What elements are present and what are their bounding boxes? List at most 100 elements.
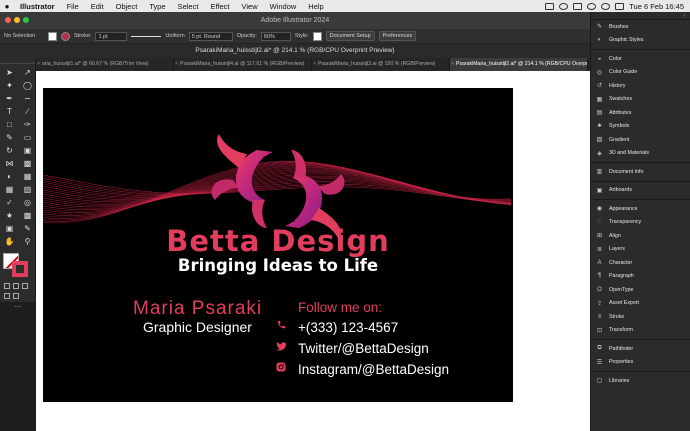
creative-cloud-icon[interactable] bbox=[559, 2, 569, 10]
pencil-icon[interactable]: ✎ bbox=[3, 132, 16, 142]
close-tab-icon[interactable]: × bbox=[175, 58, 178, 71]
panel-item-layers[interactable]: ≣ Layers bbox=[591, 243, 690, 257]
panel-item-opentype[interactable]: O OpenType bbox=[591, 283, 690, 297]
eraser-icon[interactable]: ▭ bbox=[21, 132, 34, 142]
panel-item-pathfinder[interactable]: ⧉ Pathfinder bbox=[591, 342, 690, 356]
menu-edit[interactable]: Edit bbox=[85, 2, 110, 11]
line-tool-icon[interactable]: ∕ bbox=[21, 106, 34, 116]
type-tool-icon[interactable]: T bbox=[3, 106, 16, 116]
blend-tool-icon[interactable]: ◎ bbox=[21, 197, 34, 207]
panel-item-asset-export[interactable]: ⇪ Asset Export bbox=[591, 297, 690, 311]
close-tab-icon[interactable]: × bbox=[313, 58, 316, 71]
close-window-button[interactable] bbox=[5, 17, 11, 23]
lasso-icon[interactable]: ◯ bbox=[21, 80, 34, 90]
panel-item-swatches[interactable]: ▦ Swatches bbox=[591, 93, 690, 107]
minimize-window-button[interactable] bbox=[14, 17, 20, 23]
variable-width-profile[interactable]: Uniform bbox=[165, 33, 184, 39]
menu-help[interactable]: Help bbox=[302, 2, 329, 11]
panel-item-libraries[interactable]: ▢ Libraries bbox=[591, 374, 690, 388]
mesh-tool-icon[interactable]: ▦ bbox=[3, 184, 16, 194]
selection-tool-icon[interactable]: ➤ bbox=[3, 67, 16, 77]
graph-tool-icon[interactable]: ▩ bbox=[21, 210, 34, 220]
panel-item-symbols[interactable]: ♣ Symbols bbox=[591, 120, 690, 134]
contact-instagram[interactable]: Instagram/@BettaDesign bbox=[276, 362, 449, 377]
panel-item-appearance[interactable]: ◉ Appearance bbox=[591, 202, 690, 216]
canvas[interactable]: Betta Design Bringing Ideas to Life Mari… bbox=[36, 71, 590, 431]
width-tool-icon[interactable]: ⋈ bbox=[3, 158, 16, 168]
stroke-weight-field[interactable]: 1 pt bbox=[95, 31, 128, 41]
search-icon[interactable] bbox=[601, 2, 611, 10]
menu-effect[interactable]: Effect bbox=[204, 2, 235, 11]
close-tab-icon[interactable]: × bbox=[37, 58, 40, 71]
rectangle-tool-icon[interactable]: □ bbox=[3, 119, 16, 129]
menu-file[interactable]: File bbox=[61, 2, 85, 11]
hand-tool-icon[interactable]: ✋ bbox=[3, 236, 16, 246]
document-setup-button[interactable]: Document Setup bbox=[325, 31, 375, 41]
brush-definition[interactable]: 5 pt. Round bbox=[188, 31, 233, 41]
stroke-swatch[interactable] bbox=[61, 31, 70, 41]
panel-item-brushes[interactable]: ✎ Brushes bbox=[591, 20, 690, 34]
panel-item-gradient[interactable]: ▧ Gradient bbox=[591, 133, 690, 147]
tab-huisstijl2[interactable]: × PsarakiMaria_huisstijl2.ai* @ 214.1 % (… bbox=[450, 58, 588, 71]
none-mode-icon[interactable] bbox=[22, 283, 28, 289]
gradient-mode-icon[interactable] bbox=[13, 283, 19, 289]
contact-twitter[interactable]: Twitter/@BettaDesign bbox=[276, 341, 429, 356]
color-mode-icon[interactable] bbox=[4, 283, 10, 289]
tab-huisstijl1[interactable]: × aria_huisstijl1.ai* @ 66.67 % (RGB/Trim… bbox=[36, 58, 174, 71]
perspective-grid-icon[interactable]: ▦ bbox=[21, 171, 34, 181]
panel-item-3d-and-materials[interactable]: ◈ 3D and Materials bbox=[591, 147, 690, 161]
eyedropper-icon[interactable]: ✓ bbox=[3, 197, 16, 207]
slice-tool-icon[interactable]: ✎ bbox=[21, 223, 34, 233]
stroke-color-swatch[interactable] bbox=[12, 261, 28, 277]
panel-item-graphic-styles[interactable]: ◐ Graphic Styles bbox=[591, 34, 690, 48]
panel-item-transform[interactable]: ⊡ Transform bbox=[591, 324, 690, 338]
panel-item-history[interactable]: ↺ History bbox=[591, 79, 690, 93]
menu-view[interactable]: View bbox=[235, 2, 263, 11]
draw-normal-icon[interactable] bbox=[4, 293, 10, 299]
opacity-field[interactable]: 60% bbox=[260, 31, 291, 41]
person-role[interactable]: Graphic Designer bbox=[143, 319, 252, 335]
battery-icon[interactable] bbox=[573, 2, 583, 10]
menu-object[interactable]: Object bbox=[110, 2, 144, 11]
tab-huisstijl3[interactable]: × PsarakiMaria_huisstijl3.ai @ 150 % (RGB… bbox=[312, 58, 450, 71]
clock[interactable]: Tue 6 Feb 16:45 bbox=[629, 2, 684, 11]
shape-builder-icon[interactable]: ◐ bbox=[3, 171, 16, 181]
preferences-button[interactable]: Preferences bbox=[378, 31, 417, 41]
follow-heading[interactable]: Follow me on: bbox=[298, 300, 382, 315]
magic-wand-icon[interactable]: ✦ bbox=[3, 80, 16, 90]
more-tools-icon[interactable]: ⋯ bbox=[14, 303, 21, 311]
free-transform-icon[interactable]: ▩ bbox=[21, 158, 34, 168]
zoom-window-button[interactable] bbox=[23, 17, 29, 23]
menu-type[interactable]: Type bbox=[143, 2, 171, 11]
panel-item-color-guide[interactable]: ◎ Color Guide bbox=[591, 66, 690, 80]
close-tab-icon[interactable]: × bbox=[451, 58, 454, 71]
fill-swatch[interactable] bbox=[48, 31, 57, 41]
panel-item-transparency[interactable]: ◌ Transparency bbox=[591, 216, 690, 230]
rotate-tool-icon[interactable]: ↻ bbox=[3, 145, 16, 155]
panel-item-character[interactable]: A Character bbox=[591, 256, 690, 270]
screen-mode-icon[interactable] bbox=[13, 293, 19, 299]
contact-phone[interactable]: +(333) 123-4567 bbox=[276, 320, 398, 335]
brand-title[interactable]: Betta Design bbox=[43, 224, 513, 258]
panel-item-stroke[interactable]: ≡ Stroke bbox=[591, 310, 690, 324]
brand-tagline[interactable]: Bringing Ideas to Life bbox=[43, 256, 513, 275]
paintbrush-icon[interactable]: ✑ bbox=[21, 119, 34, 129]
artboard-business-card[interactable]: Betta Design Bringing Ideas to Life Mari… bbox=[43, 88, 513, 402]
gradient-tool-icon[interactable]: ▨ bbox=[21, 184, 34, 194]
panel-item-color[interactable]: ◒ Color bbox=[591, 52, 690, 66]
apple-icon[interactable]: ● bbox=[0, 2, 14, 11]
fill-stroke-widget[interactable] bbox=[3, 253, 33, 277]
zoom-tool-icon[interactable]: ⚲ bbox=[21, 236, 34, 246]
panel-item-document-info[interactable]: ▥ Document Info bbox=[591, 165, 690, 179]
tab-huisstijl4[interactable]: × PsarakiMaria_huisstijl4.ai @ 117.61 % (… bbox=[174, 58, 312, 71]
dropbox-icon[interactable] bbox=[545, 2, 555, 10]
person-name[interactable]: Maria Psaraki bbox=[133, 298, 262, 320]
direct-selection-tool-icon[interactable]: ↗ bbox=[21, 67, 34, 77]
panel-item-properties[interactable]: ☰ Properties bbox=[591, 356, 690, 370]
artboard-tool-icon[interactable]: ▣ bbox=[3, 223, 16, 233]
symbol-sprayer-icon[interactable]: ★ bbox=[3, 210, 16, 220]
style-swatch[interactable] bbox=[312, 31, 322, 41]
panel-item-paragraph[interactable]: ¶ Paragraph bbox=[591, 270, 690, 284]
pen-tool-icon[interactable]: ✒ bbox=[3, 93, 16, 103]
scale-tool-icon[interactable]: ▣ bbox=[21, 145, 34, 155]
